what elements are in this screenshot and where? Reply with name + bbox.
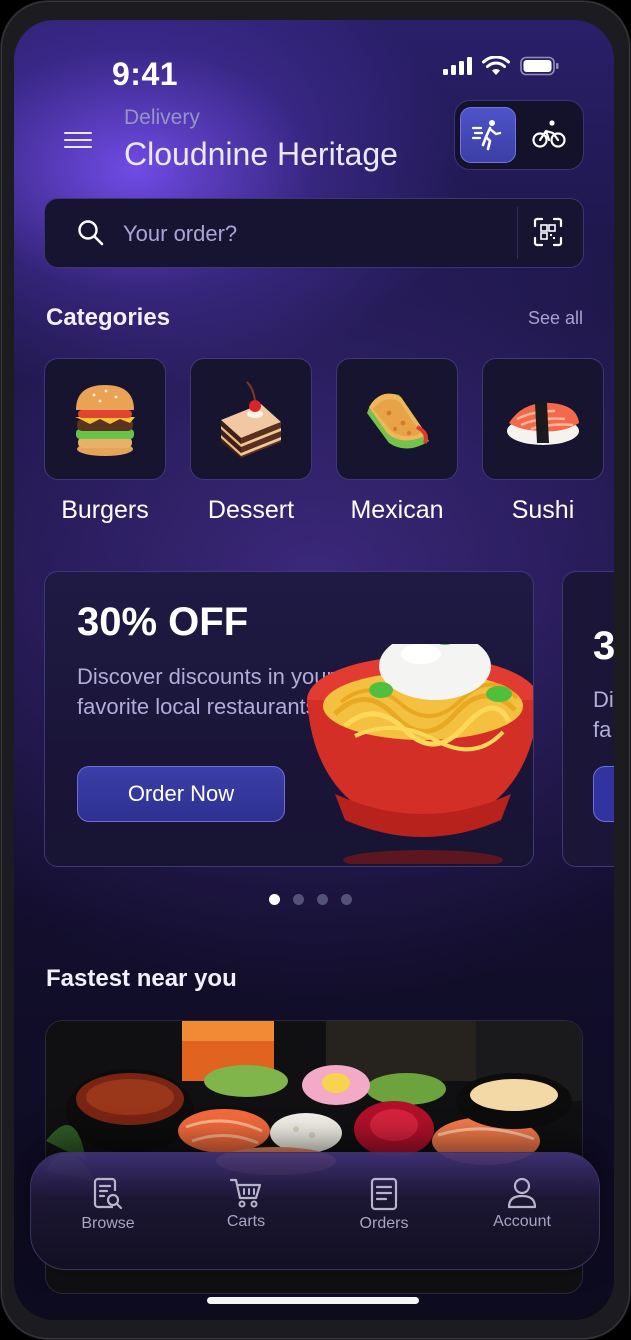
search-bar [44,198,584,268]
taco-icon [367,393,429,449]
categories-title: Categories [46,304,171,331]
category-label: Sushi [511,496,575,524]
cart-icon [229,1178,262,1208]
category-label: Burgers [61,496,149,524]
promo-peek-title: 3 [593,624,614,668]
promo-peek-button[interactable] [593,766,614,822]
delivery-label: Delivery [124,106,200,129]
noodle-bowl-icon [307,644,533,864]
browse-icon [93,1177,123,1210]
promo-card[interactable]: 30% OFF Discover discounts in your favor… [44,571,534,867]
order-now-button[interactable]: Order Now [77,766,285,822]
see-all-link[interactable]: See all [528,308,583,329]
orders-icon [370,1177,398,1211]
status-time: 9:41 [112,56,179,92]
menu-button[interactable] [62,126,102,156]
fastest-title: Fastest near you [46,965,237,992]
search-input[interactable] [121,213,505,255]
home-indicator[interactable] [207,1297,419,1304]
nav-label: Carts [226,1213,266,1230]
wifi-icon [482,56,510,75]
category-tile [336,358,458,480]
app-screen: 9:41 Delivery Cloudnine Heritage Your or… [14,20,614,1320]
carousel-dot[interactable] [269,894,280,905]
nav-label: Browse [81,1215,135,1232]
carousel-dot[interactable] [341,894,352,905]
category-tile [44,358,166,480]
status-icons [442,56,560,76]
carousel-indicator [269,894,352,905]
search-icon [78,220,104,246]
nav-browse[interactable]: Browse [53,1177,163,1247]
delivery-mode-toggle [454,100,584,170]
battery-icon [520,56,559,76]
category-tile [482,358,604,480]
sushi-icon [507,402,579,445]
bicycle-mode-button[interactable] [522,107,576,161]
menu-icon-line [64,139,92,141]
category-dessert[interactable]: Dessert [190,358,312,524]
promo-peek-line: Di [593,687,614,712]
category-burgers[interactable]: Burgers [44,358,166,524]
bicycle-icon [532,120,566,148]
category-mexican[interactable]: Mexican [336,358,458,524]
qr-scan-button[interactable] [533,217,563,252]
nav-carts[interactable]: Carts [191,1177,301,1247]
location-title[interactable]: Cloudnine Heritage [124,136,398,173]
nav-label: Orders [359,1215,409,1232]
menu-icon [64,132,92,134]
category-label: Mexican [350,496,444,524]
category-label: Dessert [207,496,295,524]
search-divider [517,207,518,259]
promo-peek-text: Di fa [593,685,614,745]
carousel-dot[interactable] [293,894,304,905]
promo-title: 30% OFF [77,600,249,644]
cake-icon [221,381,281,458]
phone-frame: 9:41 Delivery Cloudnine Heritage Your or… [0,0,631,1340]
signal-icon [443,57,472,75]
category-sushi[interactable]: Sushi [482,358,604,524]
carousel-dot[interactable] [317,894,328,905]
account-icon [507,1177,537,1209]
menu-icon-line [64,146,92,148]
nav-orders[interactable]: Orders [329,1177,439,1247]
walking-icon [471,120,502,151]
category-tile [190,358,312,480]
bottom-navigation: Browse Carts Orders Account [30,1152,600,1270]
promo-card-next[interactable]: 3 Di fa [562,571,614,867]
burger-icon [75,385,135,456]
walking-mode-button[interactable] [460,107,516,163]
promo-peek-line: fa [593,717,612,742]
qr-scan-icon [533,217,563,247]
nav-label: Account [493,1213,551,1230]
nav-account[interactable]: Account [467,1177,577,1247]
